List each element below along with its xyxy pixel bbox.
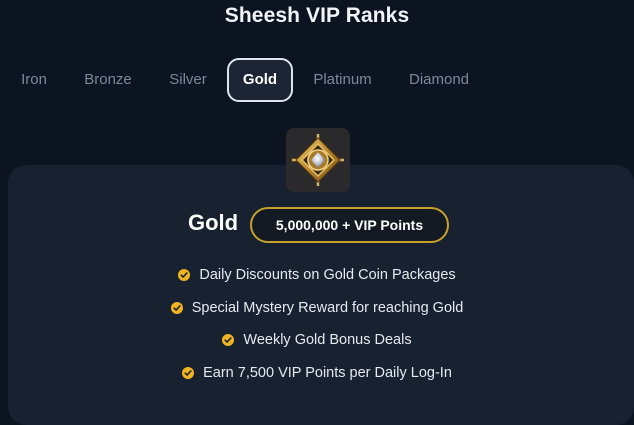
tab-gold[interactable]: Gold [227,58,293,102]
benefit-text: Daily Discounts on Gold Coin Packages [199,267,456,283]
check-circle-icon [222,334,235,346]
benefit-item: Special Mystery Reward for reaching Gold [0,298,634,318]
benefit-item: Daily Discounts on Gold Coin Packages [0,265,634,285]
tab-diamond[interactable]: Diamond [400,58,478,102]
benefit-item: Earn 7,500 VIP Points per Daily Log-In [0,363,634,383]
benefit-text: Special Mystery Reward for reaching Gold [191,300,464,316]
gold-rank-badge-icon [286,128,350,192]
rank-name: Gold [188,210,239,235]
benefit-item: Weekly Gold Bonus Deals [0,330,634,350]
rank-card [8,165,634,425]
check-circle-icon [170,302,183,314]
check-circle-icon [182,367,195,379]
tab-silver[interactable]: Silver [160,58,216,102]
benefit-text: Earn 7,500 VIP Points per Daily Log-In [203,365,452,381]
vip-points-requirement-badge: 5,000,000 + VIP Points [250,207,449,243]
tab-platinum[interactable]: Platinum [305,58,380,102]
rank-tabs: Iron Bronze Silver Gold Platinum Diamond [0,58,634,102]
check-circle-icon [178,269,191,281]
benefit-text: Weekly Gold Bonus Deals [243,332,412,348]
page-title: Sheesh VIP Ranks [224,4,410,27]
tab-bronze[interactable]: Bronze [74,58,142,102]
tab-iron[interactable]: Iron [6,58,62,102]
